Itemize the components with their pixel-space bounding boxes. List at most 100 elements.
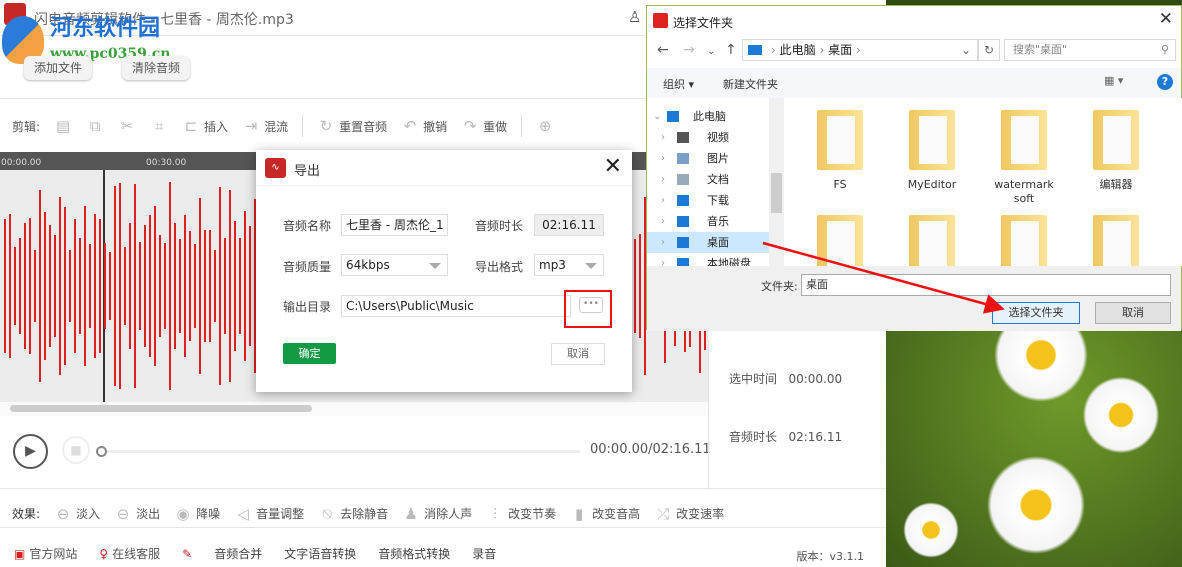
breadcrumb-item[interactable]: 此电脑 bbox=[780, 43, 816, 57]
folder-item[interactable] bbox=[994, 215, 1054, 266]
refresh-button[interactable]: ↻ bbox=[978, 39, 1000, 61]
effect-remove-silence[interactable]: ⍉ 去除静音 bbox=[318, 505, 389, 523]
waveform-bar bbox=[159, 234, 161, 338]
back-icon[interactable]: ← bbox=[657, 42, 669, 58]
seek-bar[interactable] bbox=[96, 446, 580, 457]
edit-label: 剪辑: bbox=[12, 119, 41, 134]
footer-label: 在线客服 bbox=[112, 547, 161, 561]
folder-item[interactable]: MyEditor bbox=[902, 110, 962, 220]
mix-label: 混流 bbox=[264, 119, 289, 134]
close-icon[interactable]: ✕ bbox=[604, 154, 622, 179]
format-convert-link[interactable]: 音频格式转换 bbox=[378, 545, 450, 562]
tree-item[interactable]: › 本地磁盘 (C:) bbox=[647, 253, 769, 266]
play-button[interactable]: ▶ bbox=[13, 434, 48, 469]
folder-icon bbox=[677, 237, 689, 248]
redo-button[interactable]: ↷ 重做 bbox=[461, 117, 507, 135]
folder-item[interactable] bbox=[1086, 215, 1146, 266]
tree-scrollbar[interactable] bbox=[769, 98, 784, 266]
scrollbar-thumb[interactable] bbox=[771, 173, 782, 213]
tree-item-label: 此电脑 bbox=[693, 110, 726, 123]
organize-menu[interactable]: 组织 ▾ bbox=[663, 76, 694, 92]
folder-item[interactable]: FS bbox=[810, 110, 870, 220]
confirm-button[interactable]: 确定 bbox=[283, 343, 336, 364]
folder-name-input[interactable]: 桌面 bbox=[801, 274, 1171, 296]
effect-fade-in[interactable]: ⊖ 淡入 bbox=[54, 505, 100, 523]
cancel-button[interactable]: 取消 bbox=[1095, 302, 1171, 324]
chevron-right-icon[interactable]: › bbox=[661, 127, 665, 148]
online-support-link[interactable]: ♀ 在线客服 bbox=[99, 545, 160, 562]
chevron-right-icon[interactable]: › bbox=[661, 190, 665, 211]
cancel-button[interactable]: 取消 bbox=[551, 343, 605, 365]
divider bbox=[521, 115, 523, 137]
output-dir-input[interactable]: C:\Users\Public\Music bbox=[341, 295, 571, 317]
app-logo bbox=[653, 13, 668, 28]
reset-audio-button[interactable]: ↻ 重置音频 bbox=[317, 117, 387, 135]
address-bar[interactable]: › 此电脑 › 桌面 › ⌄ bbox=[742, 39, 978, 61]
stop-button[interactable]: ■ bbox=[62, 436, 90, 464]
chevron-right-icon[interactable]: › bbox=[661, 169, 665, 190]
tts-link[interactable]: 文字语音转换 bbox=[284, 545, 356, 562]
search-input[interactable]: 搜索"桌面" ⚲ bbox=[1004, 39, 1176, 61]
quality-select[interactable]: 64kbps bbox=[341, 254, 448, 276]
view-options-icon[interactable]: ▦ ▾ bbox=[1104, 74, 1123, 87]
browse-button[interactable]: ••• bbox=[579, 297, 603, 313]
effect-label: 去除静音 bbox=[340, 507, 389, 521]
folder-item[interactable] bbox=[902, 215, 962, 266]
folder-item[interactable]: 编辑器 bbox=[1086, 110, 1146, 220]
tree-item[interactable]: › 文档 bbox=[647, 169, 769, 190]
chevron-right-icon[interactable]: › bbox=[661, 148, 665, 169]
seek-knob[interactable] bbox=[96, 446, 107, 457]
clear-audio-button[interactable]: 清除音频 bbox=[122, 56, 191, 80]
tree-item[interactable]: › 视频 bbox=[647, 127, 769, 148]
tree-item-label: 下载 bbox=[707, 194, 729, 207]
chevron-right-icon[interactable]: › bbox=[661, 211, 665, 232]
tree-item[interactable]: › 图片 bbox=[647, 148, 769, 169]
app-logo bbox=[4, 3, 26, 25]
undo-button[interactable]: ↶ 撤销 bbox=[401, 117, 447, 135]
tree-item[interactable]: › 音乐 bbox=[647, 211, 769, 232]
effect-label: 降噪 bbox=[196, 507, 221, 521]
tree-item[interactable]: › 下载 bbox=[647, 190, 769, 211]
duration-value: 02:16.11 bbox=[534, 214, 604, 236]
help-icon[interactable]: ? bbox=[1157, 74, 1173, 90]
scrollbar-thumb[interactable] bbox=[10, 405, 312, 412]
effect-volume[interactable]: ◁ 音量调整 bbox=[234, 505, 304, 523]
chevron-down-icon[interactable]: ⌄ bbox=[961, 40, 971, 60]
crop-icon[interactable]: ⌗ bbox=[150, 117, 168, 135]
effect-speed[interactable]: ⤮ 改变速率 bbox=[654, 505, 724, 523]
mix-button[interactable]: ⇥ 混流 bbox=[242, 117, 288, 135]
effect-denoise[interactable]: ◉ 降噪 bbox=[174, 505, 221, 523]
tree-item[interactable]: ⌄ 此电脑 bbox=[647, 106, 769, 127]
select-folder-button[interactable]: 选择文件夹 bbox=[992, 302, 1080, 324]
new-folder-button[interactable]: 新建文件夹 bbox=[723, 76, 778, 92]
effect-fade-out[interactable]: ⊖ 淡出 bbox=[114, 505, 160, 523]
effect-pitch[interactable]: ▮ 改变音高 bbox=[570, 505, 640, 523]
chevron-down-icon[interactable]: ⌄ bbox=[653, 106, 661, 127]
add-file-button[interactable]: 添加文件 bbox=[24, 56, 93, 80]
zoom-in-icon[interactable]: ⊕ bbox=[536, 117, 554, 135]
waveform-bar bbox=[104, 242, 106, 330]
record-link[interactable]: 录音 bbox=[472, 545, 496, 562]
breadcrumb-item[interactable]: 桌面 bbox=[828, 43, 852, 57]
format-select[interactable]: mp3 bbox=[534, 254, 604, 276]
paste-icon[interactable]: ⧉ bbox=[86, 117, 104, 135]
effect-tempo[interactable]: ⫶ 改变节奏 bbox=[486, 505, 556, 523]
up-icon[interactable]: ↑ bbox=[725, 42, 737, 58]
folder-item[interactable]: watermarksoft bbox=[994, 110, 1054, 220]
forward-icon[interactable]: → bbox=[683, 42, 695, 58]
recent-dropdown-icon[interactable]: ⌄ bbox=[707, 46, 715, 57]
scissors-icon[interactable]: ✂ bbox=[118, 117, 136, 135]
audio-name-input[interactable]: 七里香 - 周杰伦_1 bbox=[341, 214, 448, 236]
copy-icon[interactable]: ▤ bbox=[54, 117, 72, 135]
close-icon[interactable]: ✕ bbox=[1159, 9, 1173, 29]
chevron-right-icon[interactable]: › bbox=[661, 232, 665, 253]
horizontal-scrollbar[interactable] bbox=[0, 402, 708, 416]
folder-item[interactable] bbox=[810, 215, 870, 266]
chevron-right-icon[interactable]: › bbox=[661, 253, 665, 266]
audio-merge-link[interactable]: 音频合并 bbox=[214, 545, 262, 562]
effect-remove-vocals[interactable]: ♟ 消除人声 bbox=[402, 505, 472, 523]
insert-button[interactable]: ⊏ 插入 bbox=[182, 117, 228, 135]
official-site-link[interactable]: ▣ 官方网站 bbox=[14, 545, 77, 562]
tree-item[interactable]: › 桌面 bbox=[647, 232, 769, 253]
user-icon[interactable]: ♙ bbox=[628, 8, 641, 26]
